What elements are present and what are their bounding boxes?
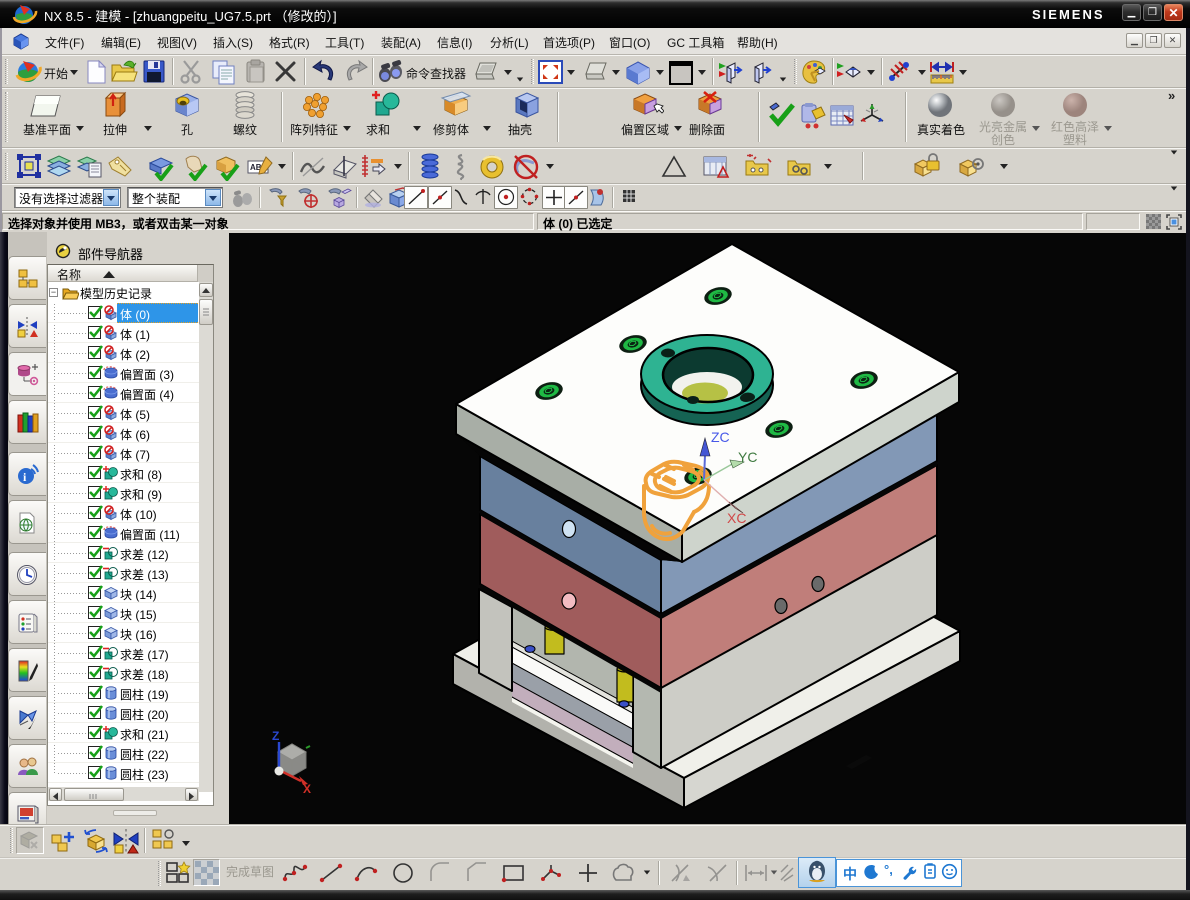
svg-text:X: X — [303, 782, 311, 796]
svg-text:XC: XC — [727, 510, 746, 526]
svg-text:ZC: ZC — [711, 429, 730, 445]
svg-text:YC: YC — [738, 449, 757, 465]
svg-text:Z: Z — [272, 729, 279, 743]
